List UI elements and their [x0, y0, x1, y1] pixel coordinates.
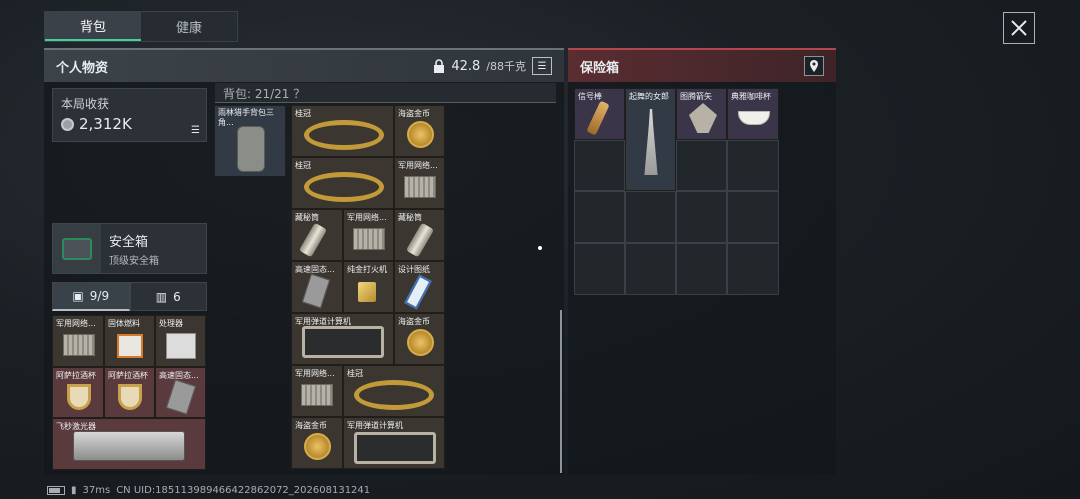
bag-item[interactable]: 军用弹道计算机 — [343, 417, 445, 469]
safe-slot[interactable] — [574, 191, 625, 243]
tab-health[interactable]: 健康 — [141, 12, 237, 41]
bag-item[interactable]: 高速固态... — [291, 261, 343, 313]
safe-slot[interactable] — [727, 191, 779, 243]
bag-item[interactable]: 设计图纸 — [394, 261, 445, 313]
count-tabs: ▣ 9/9 ▥ 6 — [52, 282, 207, 311]
lock-icon — [434, 59, 445, 73]
bag-capacity: 背包: 21/21 ？ — [215, 83, 556, 103]
bag-item[interactable]: 海盗金币 — [394, 313, 445, 365]
safe-slot[interactable] — [676, 140, 727, 191]
slot-count: 9/9 — [89, 289, 110, 303]
bag-item[interactable]: 军用网络... — [291, 365, 343, 417]
safebox-item[interactable]: 高速固态... — [155, 367, 206, 418]
safe-slot[interactable] — [727, 140, 779, 191]
weight-unit: /88千克 — [486, 60, 526, 73]
bag-item[interactable]: 军用网络... — [394, 157, 445, 209]
earnings-label: 本局收获 — [61, 97, 110, 111]
safebox-item[interactable]: 阿萨拉酒杯 — [52, 367, 104, 418]
bag-item[interactable]: 藏秘筒 — [291, 209, 343, 261]
safe-slot[interactable] — [676, 191, 727, 243]
safe-title: 保险箱 — [580, 60, 620, 76]
bag-item[interactable]: 桂冠 — [291, 157, 394, 209]
earnings-value: 2,312K — [79, 115, 132, 133]
safebox-item[interactable]: 阿萨拉酒杯 — [104, 367, 155, 418]
weight-indicator: 42.8/88千克 ☰ — [433, 57, 552, 75]
personal-title: 个人物资 — [56, 60, 109, 76]
uid-text: CN UID:18511398946642286207​2_2026081312… — [116, 485, 371, 496]
safe-slot[interactable] — [574, 140, 625, 191]
safebox-item[interactable]: 飞秒激光器 — [52, 418, 206, 470]
pin-icon[interactable] — [804, 56, 824, 76]
battery-icon — [47, 486, 65, 495]
bag-item[interactable]: 纯金打火机 — [343, 261, 394, 313]
item-count: 6 — [173, 289, 181, 304]
safebox-image — [53, 224, 101, 273]
safe-item[interactable]: 起舞的女郎 — [625, 88, 676, 191]
safe-slot[interactable] — [676, 243, 727, 295]
weight-value: 42.8 — [451, 58, 481, 74]
backpack-item[interactable]: 雨林猎手背包三角... — [214, 105, 286, 177]
signal-icon: ▮ — [71, 485, 77, 496]
safe-slot[interactable] — [625, 191, 676, 243]
safe-item[interactable]: 典雅咖啡杯 — [727, 88, 779, 140]
bag-item[interactable]: 桂冠 — [343, 365, 445, 417]
coin-icon — [61, 117, 74, 131]
bag-item[interactable]: 藏秘筒 — [394, 209, 445, 261]
tab-slots[interactable]: ▣ 9/9 — [52, 282, 130, 311]
safebox-card[interactable]: 安全箱 顶级安全箱 — [52, 223, 207, 274]
close-button[interactable] — [1003, 12, 1035, 44]
ping-value: 37ms — [82, 485, 111, 496]
bag-item[interactable]: 桂冠 — [291, 105, 394, 157]
list-icon[interactable]: ☰ — [532, 57, 552, 75]
personal-header: 个人物资 42.8/88千克 ☰ — [44, 48, 564, 82]
safebox-name: 安全箱 — [109, 234, 149, 250]
safe-item[interactable]: 信号棒 — [574, 88, 625, 140]
safebox-item[interactable]: 军用网络... — [52, 315, 104, 367]
safe-slot[interactable] — [625, 243, 676, 295]
bag-item[interactable]: 军用弹道计算机 — [291, 313, 394, 365]
cursor-dot — [538, 246, 542, 250]
tab-backpack[interactable]: 背包 — [45, 12, 141, 41]
status-bar: ▮ 37ms CN UID:18511398946642286207​2_202… — [47, 485, 370, 496]
earnings-card[interactable]: 本局收获 2,312K ☰ — [52, 88, 207, 142]
close-icon — [1011, 20, 1027, 36]
safebox-desc: 顶级安全箱 — [109, 255, 159, 267]
bag-item[interactable]: 海盗金币 — [394, 105, 445, 157]
bag-item[interactable]: 军用网络... — [343, 209, 394, 261]
safebox-item[interactable]: 处理器 — [155, 315, 206, 367]
safe-slot[interactable] — [727, 243, 779, 295]
bag-item[interactable]: 海盗金币 — [291, 417, 343, 469]
safe-item[interactable]: 图腾箭矢 — [676, 88, 727, 140]
scrollbar[interactable] — [560, 310, 562, 473]
top-tabs: 背包 健康 — [44, 11, 238, 42]
tab-items[interactable]: ▥ 6 — [129, 282, 207, 311]
list-icon: ☰ — [191, 125, 200, 136]
safe-header: 保险箱 — [568, 48, 836, 82]
container-icon: ▥ — [155, 289, 168, 304]
safebox-item[interactable]: 固体燃料 — [104, 315, 155, 367]
toolbox-icon: ▣ — [72, 289, 84, 303]
safe-slot[interactable] — [574, 243, 625, 295]
